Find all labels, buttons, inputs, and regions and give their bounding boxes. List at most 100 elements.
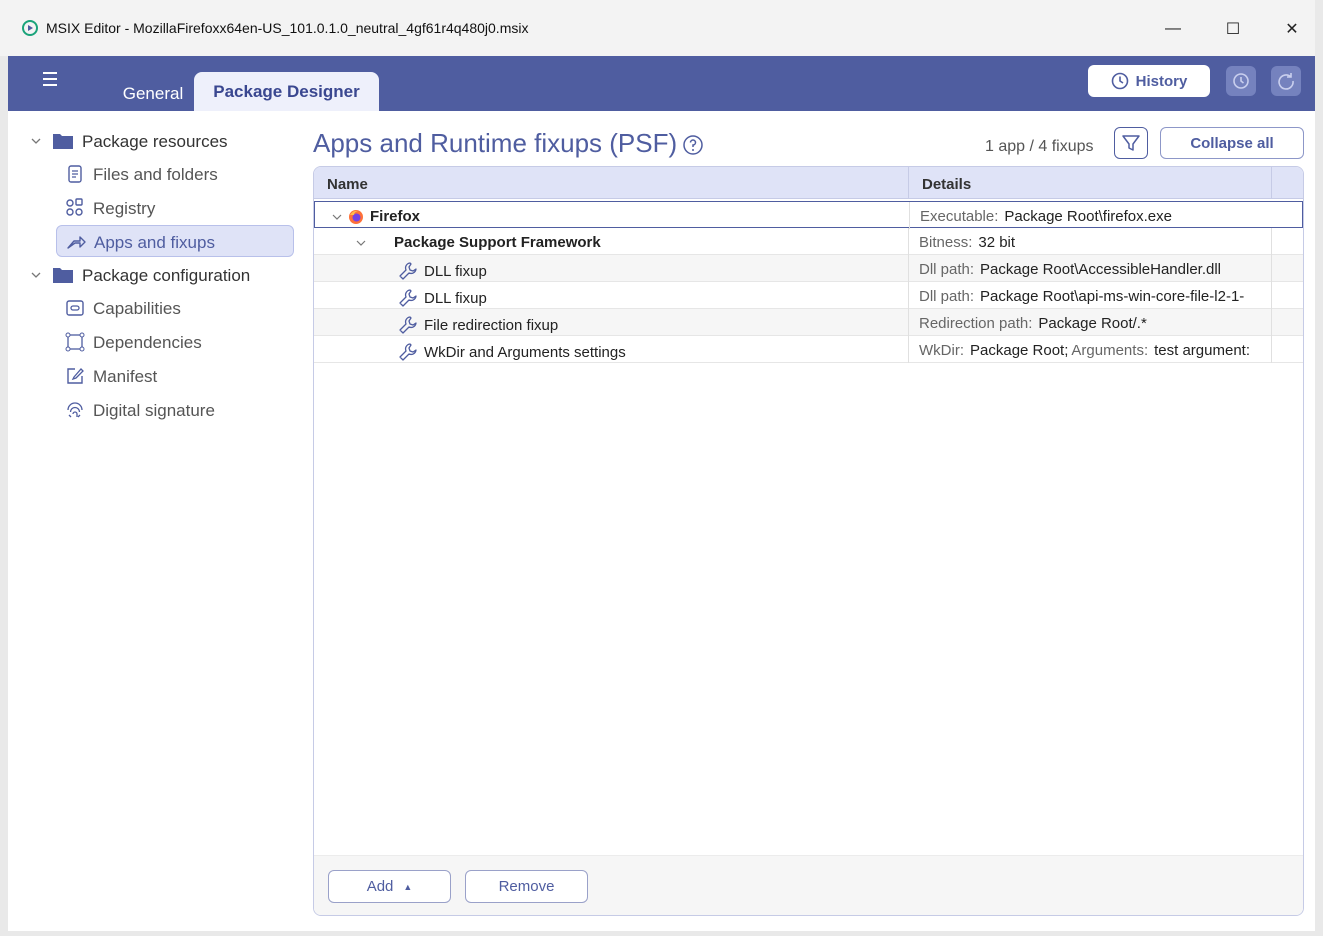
remove-label: Remove <box>498 878 555 895</box>
sidebar-item-label: Files and folders <box>93 165 218 184</box>
firefox-icon <box>349 209 363 224</box>
close-icon: ✕ <box>1285 21 1299 38</box>
undo-button[interactable] <box>1226 66 1256 96</box>
collapse-all-label: Collapse all <box>1190 134 1274 152</box>
row-name: Package Support Framework <box>356 234 601 251</box>
details-value: 32 bit <box>978 234 1016 251</box>
capability-icon <box>66 300 84 316</box>
sidebar-item-label: Registry <box>93 199 156 218</box>
hamburger-menu-icon[interactable] <box>41 69 61 89</box>
table-row-psf[interactable]: Package Support Framework Bitness: 32 bit <box>314 228 1303 255</box>
details-value: Package Root; <box>970 342 1069 359</box>
tab-general[interactable]: General <box>98 74 208 113</box>
column-header-details[interactable]: Details <box>922 176 971 193</box>
row-details: Dll path: Package Root\AccessibleHandler.… <box>919 261 1269 278</box>
clock-icon <box>1111 72 1128 90</box>
tab-general-label: General <box>122 83 184 103</box>
row-name-label: Firefox <box>370 208 421 225</box>
help-icon[interactable] <box>682 134 704 156</box>
row-details: Redirection path: Package Root/.* <box>919 315 1269 332</box>
cell-divider <box>908 336 909 363</box>
fingerprint-icon <box>67 402 83 418</box>
table-row-dll-fixup[interactable]: DLL fixup Dll path: Package Root\Accessib… <box>314 255 1303 282</box>
row-name: Firefox <box>332 208 420 225</box>
column-header-name[interactable]: Name <box>327 176 368 193</box>
row-name-label: WkDir and Arguments settings <box>424 343 626 361</box>
sidebar-item-manifest[interactable]: Manifest <box>56 360 294 392</box>
row-details: Bitness: 32 bit <box>919 234 1269 251</box>
cell-divider <box>908 228 909 255</box>
minimize-button[interactable]: — <box>1158 14 1188 44</box>
sidebar-item-label: Digital signature <box>93 401 215 420</box>
edit-icon <box>67 368 84 384</box>
row-details: Dll path: Package Root\api-ms-win-core-fi… <box>919 288 1269 305</box>
chevron-down-icon[interactable] <box>30 269 42 281</box>
app-header: General Package Designer History <box>8 56 1315 111</box>
sidebar-item-registry[interactable]: Registry <box>56 192 294 224</box>
sidebar-group-package-configuration[interactable]: Package configuration <box>8 260 298 290</box>
table-row-firefox[interactable]: Firefox Executable: Package Root\firefox.… <box>314 201 1303 229</box>
wrench-icon <box>399 262 417 280</box>
sidebar-item-label: Apps and fixups <box>94 233 215 252</box>
dependencies-icon <box>65 332 85 352</box>
app-fixup-count: 1 app / 4 fixups <box>985 138 1094 155</box>
cell-divider <box>1271 282 1272 309</box>
chevron-down-icon[interactable] <box>356 238 366 248</box>
sidebar-item-dependencies[interactable]: Dependencies <box>56 326 294 358</box>
folder-icon <box>53 268 73 283</box>
redo-icon <box>1278 73 1294 90</box>
sidebar-item-label: Capabilities <box>93 299 181 318</box>
details-value: Package Root/.* <box>1038 315 1147 332</box>
redo-button[interactable] <box>1271 66 1301 96</box>
table-row-dll-fixup[interactable]: DLL fixup Dll path: Package Root\api-ms-w… <box>314 282 1303 309</box>
table-row-file-redirection-fixup[interactable]: File redirection fixup Redirection path:… <box>314 309 1303 336</box>
details-key: Dll path: <box>919 261 975 278</box>
table-footer: Add ▲ Remove <box>314 855 1303 915</box>
maximize-button[interactable]: ☐ <box>1218 14 1248 44</box>
wrench-icon <box>399 289 417 307</box>
fixups-table: Name Details Firefox Executable: Package … <box>313 166 1304 916</box>
chevron-down-icon[interactable] <box>332 212 342 222</box>
filter-icon <box>1122 135 1140 151</box>
column-divider[interactable] <box>908 167 909 199</box>
add-label: Add <box>366 878 394 895</box>
caret-up-icon: ▲ <box>403 881 413 892</box>
cell-divider <box>1271 255 1272 282</box>
minimize-icon: — <box>1165 20 1181 37</box>
details-key: Arguments: <box>1071 342 1149 359</box>
chevron-down-icon[interactable] <box>30 135 42 147</box>
details-value: test argument: <box>1154 342 1250 359</box>
sidebar-item-digital-signature[interactable]: Digital signature <box>56 394 294 426</box>
sidebar-group-label: Package resources <box>82 132 228 151</box>
remove-button[interactable]: Remove <box>465 870 588 903</box>
folder-icon <box>53 134 73 149</box>
table-row-wkdir-arguments[interactable]: WkDir and Arguments settings WkDir: Packa… <box>314 336 1303 363</box>
row-name-label: DLL fixup <box>424 289 487 307</box>
row-name: DLL fixup <box>398 261 487 281</box>
sidebar-group-label: Package configuration <box>82 266 251 285</box>
details-key: Dll path: <box>919 288 975 305</box>
sidebar-item-capabilities[interactable]: Capabilities <box>56 292 294 324</box>
tab-package-designer[interactable]: Package Designer <box>194 72 379 111</box>
sidebar-group-package-resources[interactable]: Package resources <box>8 126 298 156</box>
cell-divider <box>908 255 909 282</box>
row-name-label: DLL fixup <box>424 262 487 280</box>
close-button[interactable]: ✕ <box>1277 14 1307 44</box>
sidebar-item-apps-and-fixups[interactable]: Apps and fixups <box>56 225 294 257</box>
file-icon <box>68 165 82 183</box>
collapse-all-button[interactable]: Collapse all <box>1160 127 1304 159</box>
details-key: WkDir: <box>919 342 964 359</box>
wrench-icon <box>399 316 417 334</box>
sidebar-item-files-and-folders[interactable]: Files and folders <box>56 158 294 190</box>
column-divider[interactable] <box>1271 167 1272 199</box>
cell-divider <box>908 309 909 336</box>
msix-logo-icon <box>22 20 38 36</box>
cell-divider <box>1271 309 1272 336</box>
filter-button[interactable] <box>1114 127 1148 159</box>
history-button[interactable]: History <box>1088 65 1210 97</box>
details-value: Package Root\firefox.exe <box>1004 208 1172 225</box>
sidebar-item-label: Manifest <box>93 367 158 386</box>
add-button[interactable]: Add ▲ <box>328 870 451 903</box>
registry-icon <box>66 198 83 216</box>
window-frame-left <box>0 56 8 936</box>
